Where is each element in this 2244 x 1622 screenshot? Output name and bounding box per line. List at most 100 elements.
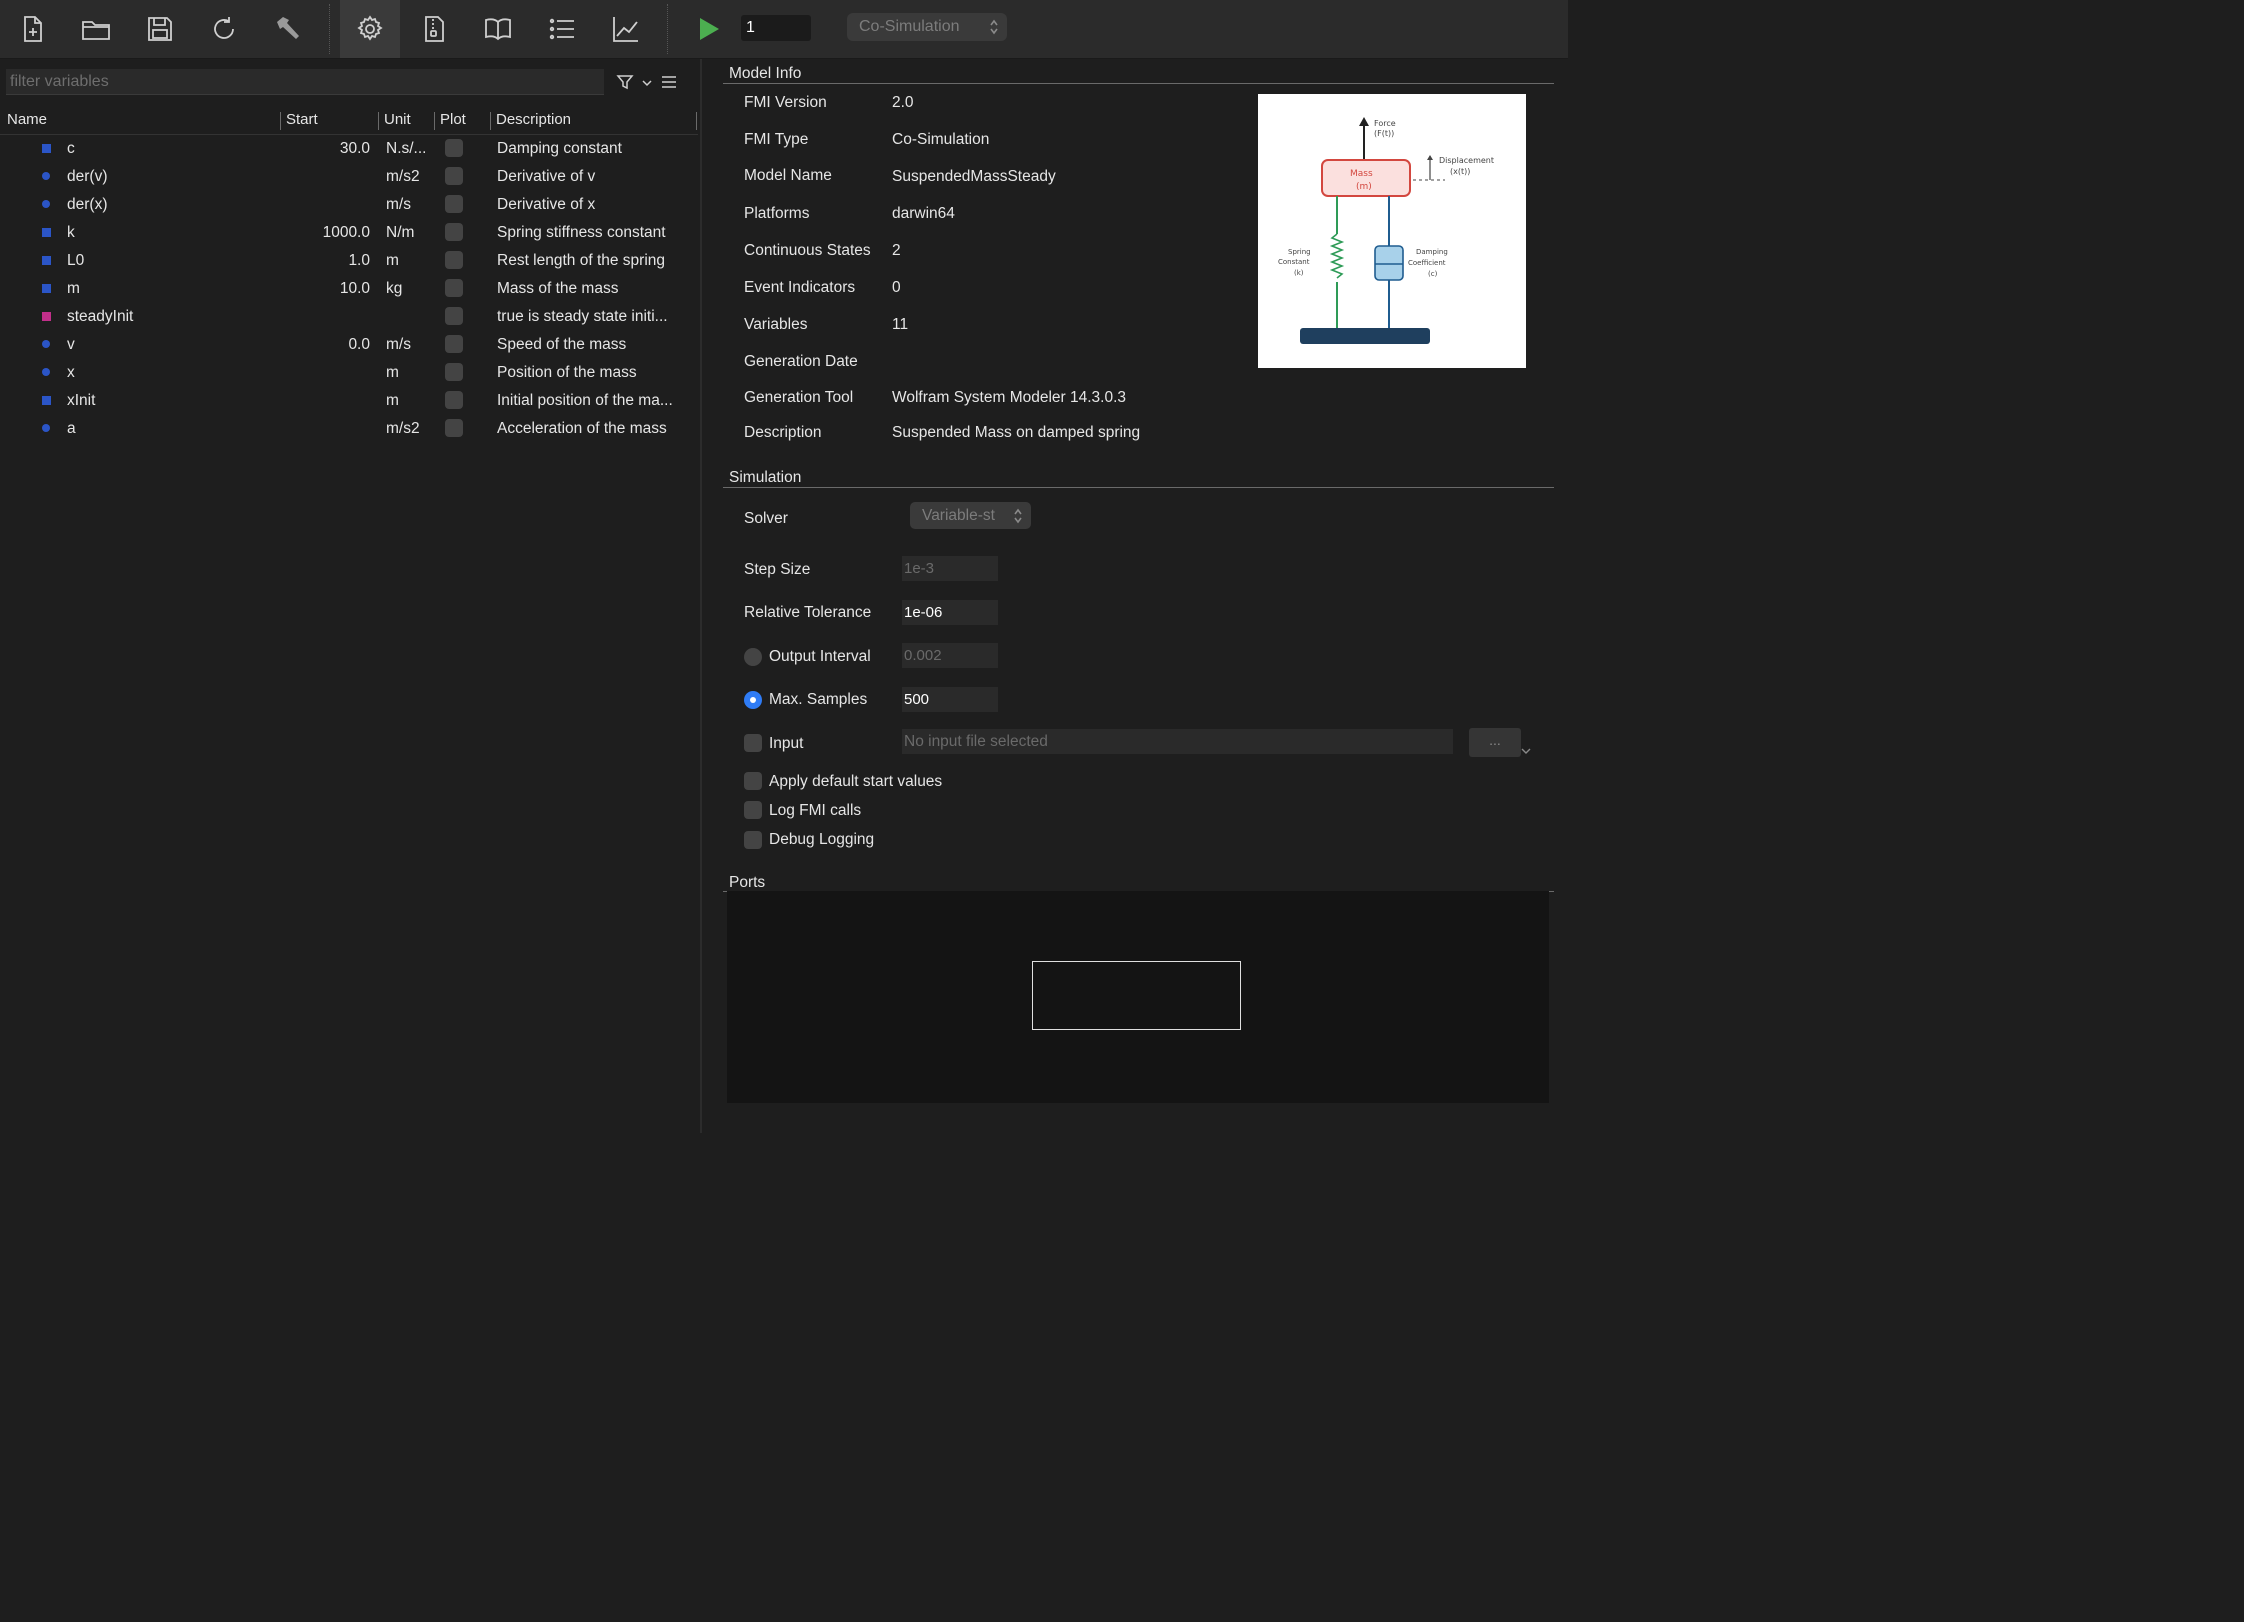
info-label: Generation Tool [744,389,854,406]
play-icon [700,18,719,40]
plot-checkbox[interactable] [445,167,463,185]
variable-unit: m [386,364,399,381]
chevron-down-icon[interactable] [1520,746,1532,756]
max-samples-radio[interactable] [744,691,762,709]
table-row[interactable]: v 0.0 m/s Speed of the mass [0,331,698,359]
variable-start[interactable]: 10.0 [340,280,370,298]
filter-variables-input[interactable]: filter variables [6,69,604,95]
toolbar-separator [329,4,330,54]
list-view-button[interactable] [532,0,592,58]
variable-description: Mass of the mass [497,280,619,297]
plot-checkbox[interactable] [445,307,463,325]
state-marker-icon [42,368,50,376]
plot-checkbox[interactable] [445,363,463,381]
debug-logging-checkbox[interactable] [744,831,762,849]
variable-name: x [67,364,75,381]
column-start[interactable]: Start [286,111,318,128]
spring-label: Spring [1288,248,1311,256]
column-name[interactable]: Name [7,111,47,128]
column-plot[interactable]: Plot [440,111,466,128]
apply-defaults-label: Apply default start values [769,773,943,790]
column-description[interactable]: Description [496,111,571,128]
table-row[interactable]: k 1000.0 N/m Spring stiffness constant [0,219,698,247]
table-row[interactable]: xInit m Initial position of the ma... [0,387,698,415]
table-row[interactable]: x m Position of the mass [0,359,698,387]
plot-checkbox[interactable] [445,335,463,353]
ports-canvas[interactable] [727,891,1549,1103]
solver-value: Variable-st [922,507,995,524]
variable-description: Initial position of the ma... [497,392,673,409]
chevron-down-icon[interactable] [641,72,653,92]
max-samples-input[interactable]: 500 [902,687,998,712]
output-interval-input[interactable]: 0.002 [902,643,998,668]
variable-start[interactable]: 30.0 [340,140,370,158]
run-count-input[interactable]: 1 [741,15,811,41]
step-size-input[interactable]: 1e-3 [902,556,998,581]
info-value: darwin64 [892,205,955,222]
column-divider[interactable] [280,112,281,130]
new-file-button[interactable] [2,0,62,58]
log-fmi-calls-checkbox[interactable] [744,801,762,819]
info-value: 2.0 [892,94,914,111]
column-divider[interactable] [696,112,697,130]
plot-checkbox[interactable] [445,279,463,297]
build-button[interactable] [258,0,318,58]
plot-checkbox[interactable] [445,419,463,437]
force-symbol: (F(t)) [1374,129,1394,138]
variable-unit: N/m [386,224,415,241]
fmi-mode-select[interactable]: Co-Simulation [847,13,1007,41]
solver-select[interactable]: Variable-st [910,502,1031,529]
documentation-button[interactable] [468,0,528,58]
save-button[interactable] [130,0,190,58]
parameter-marker-icon [42,256,51,265]
table-row[interactable]: der(x) m/s Derivative of x [0,191,698,219]
column-divider[interactable] [434,112,435,130]
model-block[interactable] [1032,961,1241,1030]
relative-tolerance-input[interactable]: 1e-06 [902,600,998,625]
parameter-marker-icon [42,144,51,153]
plot-checkbox[interactable] [445,251,463,269]
column-unit[interactable]: Unit [384,111,411,128]
plot-button[interactable] [596,0,656,58]
table-row[interactable]: c 30.0 N.s/... Damping constant [0,135,698,163]
column-divider[interactable] [490,112,491,130]
table-row[interactable]: L0 1.0 m Rest length of the spring [0,247,698,275]
variable-unit: m/s [386,336,411,353]
input-label: Input [769,735,804,752]
variable-start[interactable]: 1.0 [348,252,370,270]
plot-checkbox[interactable] [445,391,463,409]
variable-start[interactable]: 0.0 [348,336,370,354]
table-row[interactable]: a m/s2 Acceleration of the mass [0,415,698,443]
filter-icon[interactable] [615,72,635,92]
section-divider [723,83,1554,84]
table-row[interactable]: steadyInit true is steady state initi... [0,303,698,331]
variable-name: k [67,224,75,241]
plot-checkbox[interactable] [445,195,463,213]
table-row[interactable]: der(v) m/s2 Derivative of v [0,163,698,191]
parameter-marker-icon [42,228,51,237]
table-row[interactable]: m 10.0 kg Mass of the mass [0,275,698,303]
run-button[interactable] [678,0,738,58]
info-value: Co-Simulation [892,131,990,148]
input-checkbox[interactable] [744,734,762,752]
column-divider[interactable] [378,112,379,130]
browse-input-button[interactable]: ... [1469,728,1521,757]
archive-button[interactable] [404,0,464,58]
info-label: Platforms [744,205,810,222]
open-folder-button[interactable] [66,0,126,58]
hammer-icon [277,17,299,39]
suspended-mass-diagram: Force (F(t)) Mass (m) Displacement (x(t)… [1278,117,1494,344]
reload-button[interactable] [194,0,254,58]
settings-button[interactable] [340,0,400,58]
input-file-field[interactable]: No input file selected [902,729,1453,754]
plot-checkbox[interactable] [445,223,463,241]
info-label: Variables [744,316,808,333]
menu-icon[interactable] [659,72,679,92]
info-label: Generation Date [744,353,858,370]
variable-name: der(x) [67,196,108,213]
plot-checkbox[interactable] [445,139,463,157]
variable-start[interactable]: 1000.0 [323,224,370,242]
output-interval-radio[interactable] [744,648,762,666]
folder-icon [82,21,110,40]
apply-defaults-checkbox[interactable] [744,772,762,790]
